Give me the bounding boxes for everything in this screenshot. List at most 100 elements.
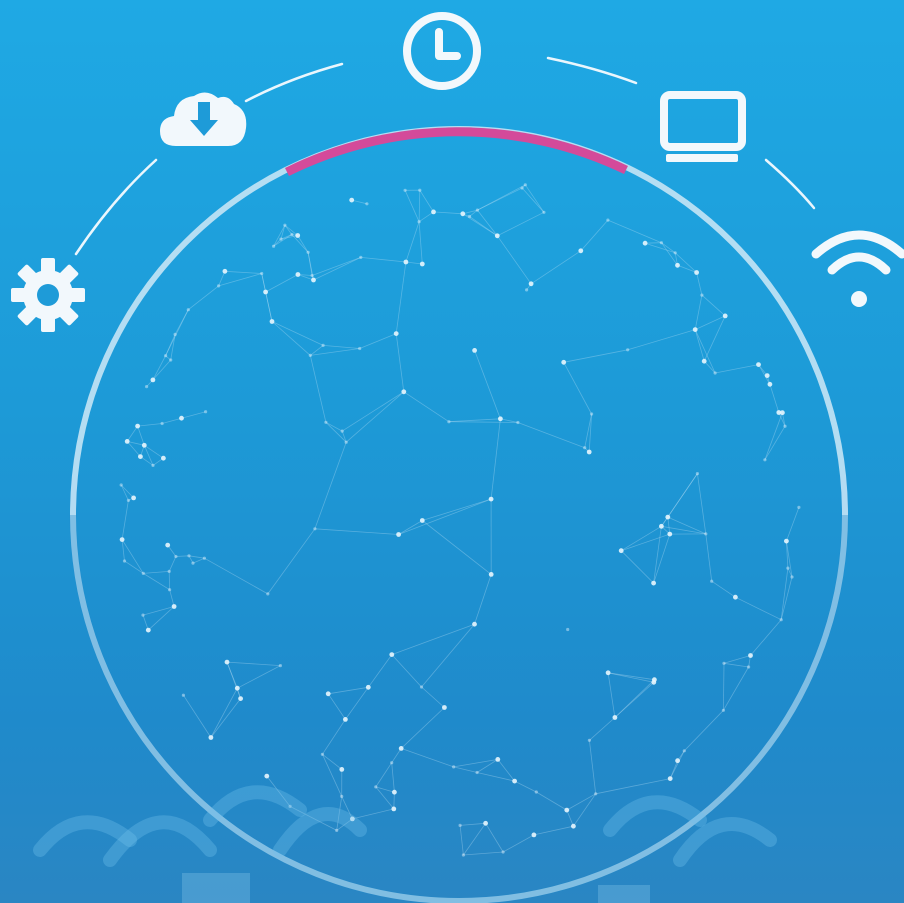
network-line bbox=[137, 425, 145, 446]
network-node bbox=[673, 251, 677, 255]
network-node bbox=[263, 289, 268, 295]
network-line bbox=[120, 484, 129, 501]
network-line bbox=[419, 189, 434, 213]
network-node bbox=[626, 348, 630, 352]
network-node bbox=[308, 353, 312, 357]
network-node bbox=[260, 271, 264, 276]
network-line bbox=[627, 329, 696, 351]
network-node bbox=[512, 778, 517, 784]
network-node bbox=[359, 255, 363, 259]
bottom-block-right bbox=[598, 885, 650, 903]
network-node bbox=[528, 281, 534, 287]
network-line bbox=[126, 425, 138, 442]
monitor-icon[interactable] bbox=[660, 91, 746, 163]
network-node bbox=[779, 618, 783, 622]
wifi-icon[interactable] bbox=[810, 222, 904, 310]
network-node bbox=[790, 575, 794, 579]
network-node bbox=[583, 446, 587, 450]
network-line bbox=[533, 825, 574, 836]
network-node bbox=[335, 828, 339, 833]
network-line bbox=[514, 780, 537, 793]
cloud-download-icon[interactable] bbox=[158, 88, 250, 148]
network-line bbox=[497, 211, 545, 237]
globe-ring bbox=[70, 126, 848, 903]
network-node bbox=[202, 556, 206, 560]
network-node bbox=[344, 440, 348, 444]
network-line bbox=[589, 740, 597, 794]
network-line bbox=[589, 717, 616, 741]
network-node bbox=[483, 820, 488, 826]
network-node bbox=[165, 542, 171, 548]
network-node bbox=[325, 691, 331, 697]
network-node bbox=[279, 237, 283, 241]
network-node bbox=[542, 210, 546, 214]
network-line bbox=[614, 682, 655, 718]
network-line bbox=[485, 823, 504, 853]
network-node bbox=[392, 789, 397, 795]
network-node bbox=[605, 670, 611, 676]
network-node bbox=[396, 532, 401, 537]
network-node bbox=[365, 202, 369, 206]
network-node bbox=[403, 259, 409, 265]
network-node bbox=[566, 627, 570, 632]
network-node bbox=[561, 359, 567, 365]
network-node bbox=[389, 652, 395, 657]
network-node bbox=[419, 261, 425, 267]
network-line bbox=[644, 242, 676, 254]
network-node bbox=[181, 693, 185, 697]
network-node bbox=[403, 188, 407, 192]
network-node bbox=[138, 454, 143, 459]
network-line bbox=[322, 754, 343, 797]
network-node bbox=[475, 208, 479, 212]
network-line bbox=[448, 421, 518, 423]
network-line bbox=[694, 329, 716, 374]
network-line bbox=[667, 516, 706, 535]
network-line bbox=[359, 333, 397, 349]
network-node bbox=[349, 197, 355, 203]
network-line bbox=[474, 350, 501, 419]
progress-arc bbox=[285, 127, 628, 177]
network-line bbox=[422, 520, 492, 575]
network-line bbox=[696, 272, 703, 296]
network-node bbox=[173, 332, 177, 336]
network-line bbox=[661, 242, 676, 254]
network-node bbox=[164, 354, 168, 358]
network-node bbox=[713, 371, 717, 375]
network-line bbox=[395, 261, 407, 334]
network-line bbox=[204, 557, 268, 595]
network-line bbox=[265, 274, 299, 293]
network-node bbox=[700, 293, 704, 297]
network-node bbox=[119, 483, 123, 487]
network-line bbox=[703, 360, 716, 374]
network-node bbox=[756, 362, 761, 367]
network-node bbox=[419, 518, 425, 523]
network-line bbox=[261, 273, 273, 322]
network-node bbox=[393, 331, 399, 336]
network-line bbox=[764, 412, 783, 460]
network-line bbox=[120, 484, 134, 499]
network-node bbox=[564, 807, 570, 813]
network-node bbox=[594, 792, 598, 796]
network-line bbox=[218, 273, 262, 287]
network-line bbox=[345, 687, 369, 720]
gear-icon[interactable] bbox=[9, 256, 87, 334]
network-node bbox=[721, 708, 726, 712]
network-line bbox=[723, 655, 751, 664]
network-node bbox=[126, 498, 130, 502]
bottom-block-left bbox=[182, 873, 250, 903]
network-line bbox=[780, 568, 789, 620]
network-line bbox=[735, 596, 782, 621]
network-node bbox=[204, 410, 208, 414]
network-line bbox=[327, 693, 346, 720]
network-node bbox=[495, 757, 501, 762]
clock-icon[interactable] bbox=[401, 10, 483, 92]
network-node bbox=[675, 262, 680, 268]
network-line bbox=[121, 539, 144, 574]
network-node bbox=[651, 679, 657, 685]
network-node bbox=[290, 232, 294, 237]
network-node bbox=[283, 223, 287, 227]
network-node bbox=[186, 308, 190, 312]
network-node bbox=[320, 752, 324, 756]
network-line bbox=[786, 507, 800, 542]
network-line bbox=[462, 213, 498, 237]
